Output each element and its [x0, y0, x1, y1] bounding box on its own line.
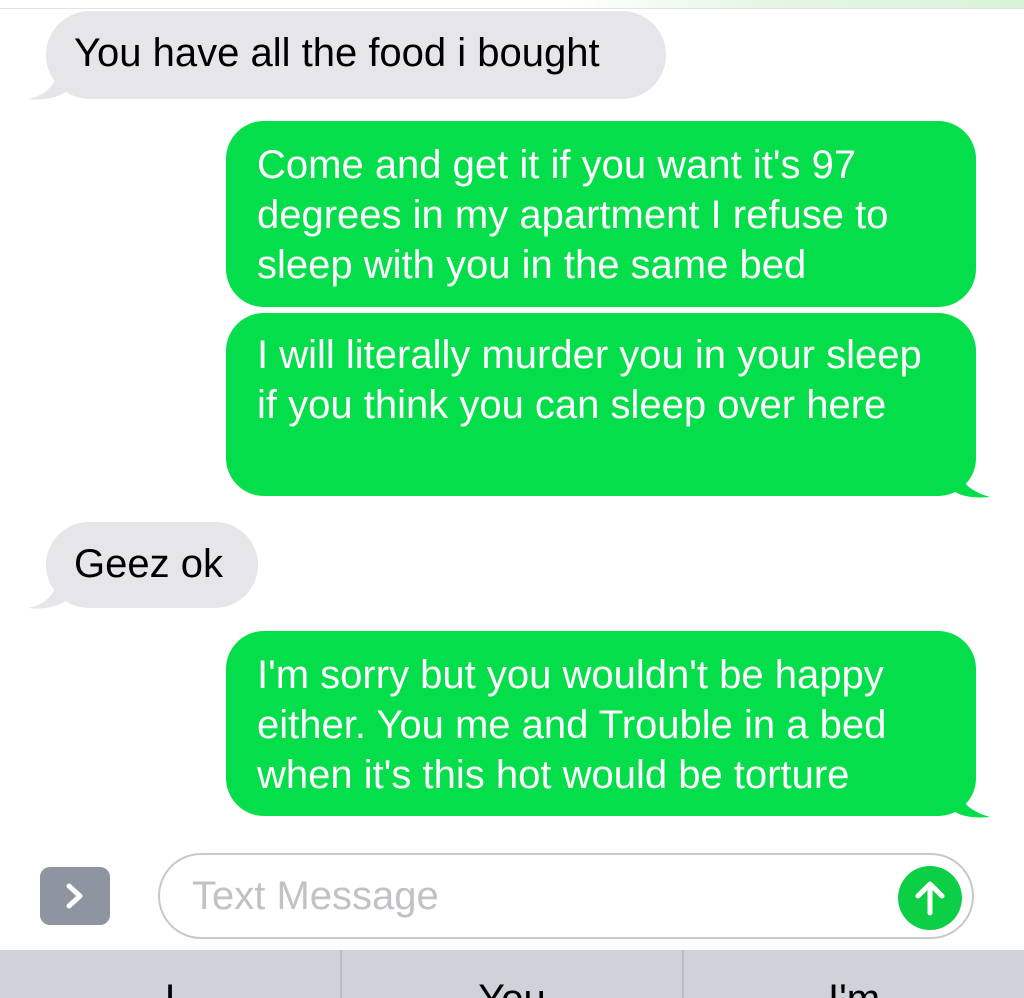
messages-screen: You have all the food i bought Come and … [0, 0, 1024, 998]
message-bubble-incoming[interactable]: You have all the food i bought [28, 11, 666, 100]
status-bar-edge [0, 0, 1024, 9]
suggestion-item[interactable]: I [0, 950, 340, 998]
suggestion-item[interactable]: You [340, 950, 682, 998]
chevron-right-icon [66, 883, 83, 909]
message-text: Come and get it if you want it's 97 degr… [257, 143, 889, 287]
send-button[interactable] [898, 866, 962, 930]
bubble-tail [948, 783, 990, 818]
arrow-up-icon [915, 881, 945, 916]
message-bubble-outgoing[interactable]: I'm sorry but you wouldn't be happy eith… [226, 631, 990, 818]
suggestion-label: You [342, 976, 682, 998]
predictive-text-bar: I You I'm [0, 950, 1024, 998]
bubble-tail [28, 578, 72, 609]
expand-apps-button[interactable] [40, 867, 110, 925]
message-text: I'm sorry but you wouldn't be happy eith… [257, 653, 887, 797]
suggestion-label: I'm [684, 976, 1024, 998]
message-text: You have all the food i bought [74, 31, 600, 75]
message-bubble-incoming[interactable]: Geez ok [28, 522, 258, 609]
bubble-tail [28, 69, 72, 100]
message-text: I will literally murder you in your slee… [257, 333, 922, 427]
suggestion-item[interactable]: I'm [682, 950, 1024, 998]
message-input[interactable]: Text Message [158, 853, 974, 939]
message-input-placeholder: Text Message [192, 874, 439, 918]
message-composer: Text Message [0, 845, 1024, 950]
message-bubble-outgoing[interactable]: I will literally murder you in your slee… [226, 313, 990, 498]
message-bubble-outgoing[interactable]: Come and get it if you want it's 97 degr… [226, 121, 976, 307]
suggestion-label: I [0, 976, 340, 998]
bubble-tail [948, 463, 990, 498]
message-text: Geez ok [74, 542, 223, 586]
